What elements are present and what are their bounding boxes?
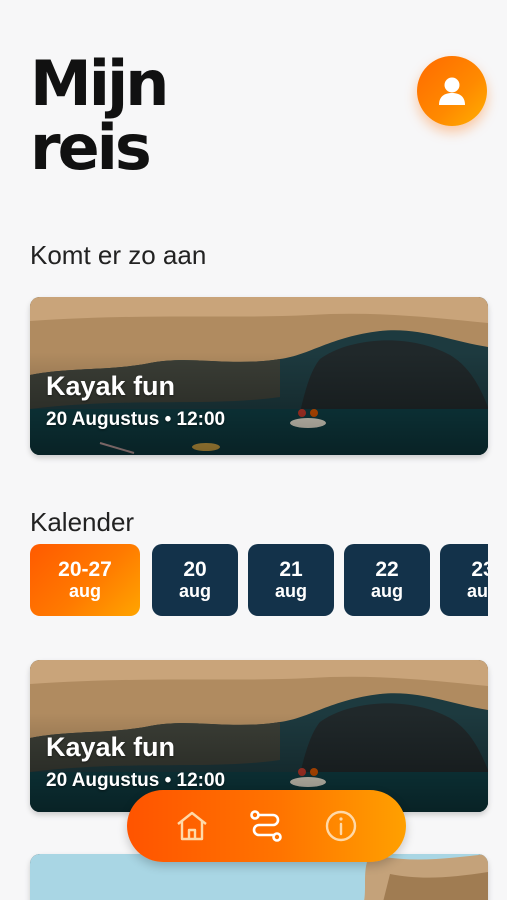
info-icon — [325, 810, 357, 842]
upcoming-event-card[interactable]: Kayak fun 20 Augustus • 12:00 — [30, 297, 488, 455]
page-title-line1: Mijn — [30, 47, 169, 120]
day-bottom: aug — [466, 581, 488, 601]
nav-info-button[interactable] — [321, 806, 361, 846]
day-bottom: aug — [68, 581, 101, 601]
calendar-day[interactable]: 23 aug — [440, 544, 488, 616]
home-icon — [177, 811, 207, 841]
day-top: 22 — [375, 558, 399, 581]
bottom-navigation — [127, 790, 406, 862]
nav-home-button[interactable] — [172, 806, 212, 846]
day-top: 21 — [279, 558, 303, 581]
day-bottom: aug — [274, 581, 307, 601]
card-title: Kayak fun — [46, 371, 176, 401]
profile-button[interactable] — [417, 56, 487, 126]
calendar-day-range[interactable]: 20-27 aug — [30, 544, 140, 616]
calendar-day[interactable]: 20 aug — [152, 544, 238, 616]
user-icon — [439, 77, 465, 105]
calendar-strip[interactable]: 20-27 aug 20 aug 21 aug 22 aug 23 aug — [30, 544, 488, 616]
day-bottom: aug — [370, 581, 403, 601]
day-top: 20 — [183, 558, 207, 581]
route-icon — [250, 810, 283, 842]
upcoming-section-title: Komt er zo aan — [30, 240, 207, 270]
page-title: Mijn reis — [30, 47, 169, 184]
calendar-section-title: Kalender — [30, 507, 135, 537]
calendar-day[interactable]: 21 aug — [248, 544, 334, 616]
page-title-line2: reis — [30, 111, 152, 184]
day-bottom: aug — [178, 581, 211, 601]
calendar-day[interactable]: 22 aug — [344, 544, 430, 616]
card-subtitle: 20 Augustus • 12:00 — [46, 409, 226, 430]
day-top: 20-27 — [58, 558, 112, 581]
card-title: Kayak fun — [46, 732, 176, 762]
day-top: 23 — [471, 558, 488, 581]
nav-route-button[interactable] — [246, 806, 286, 846]
card-subtitle: 20 Augustus • 12:00 — [46, 770, 226, 791]
